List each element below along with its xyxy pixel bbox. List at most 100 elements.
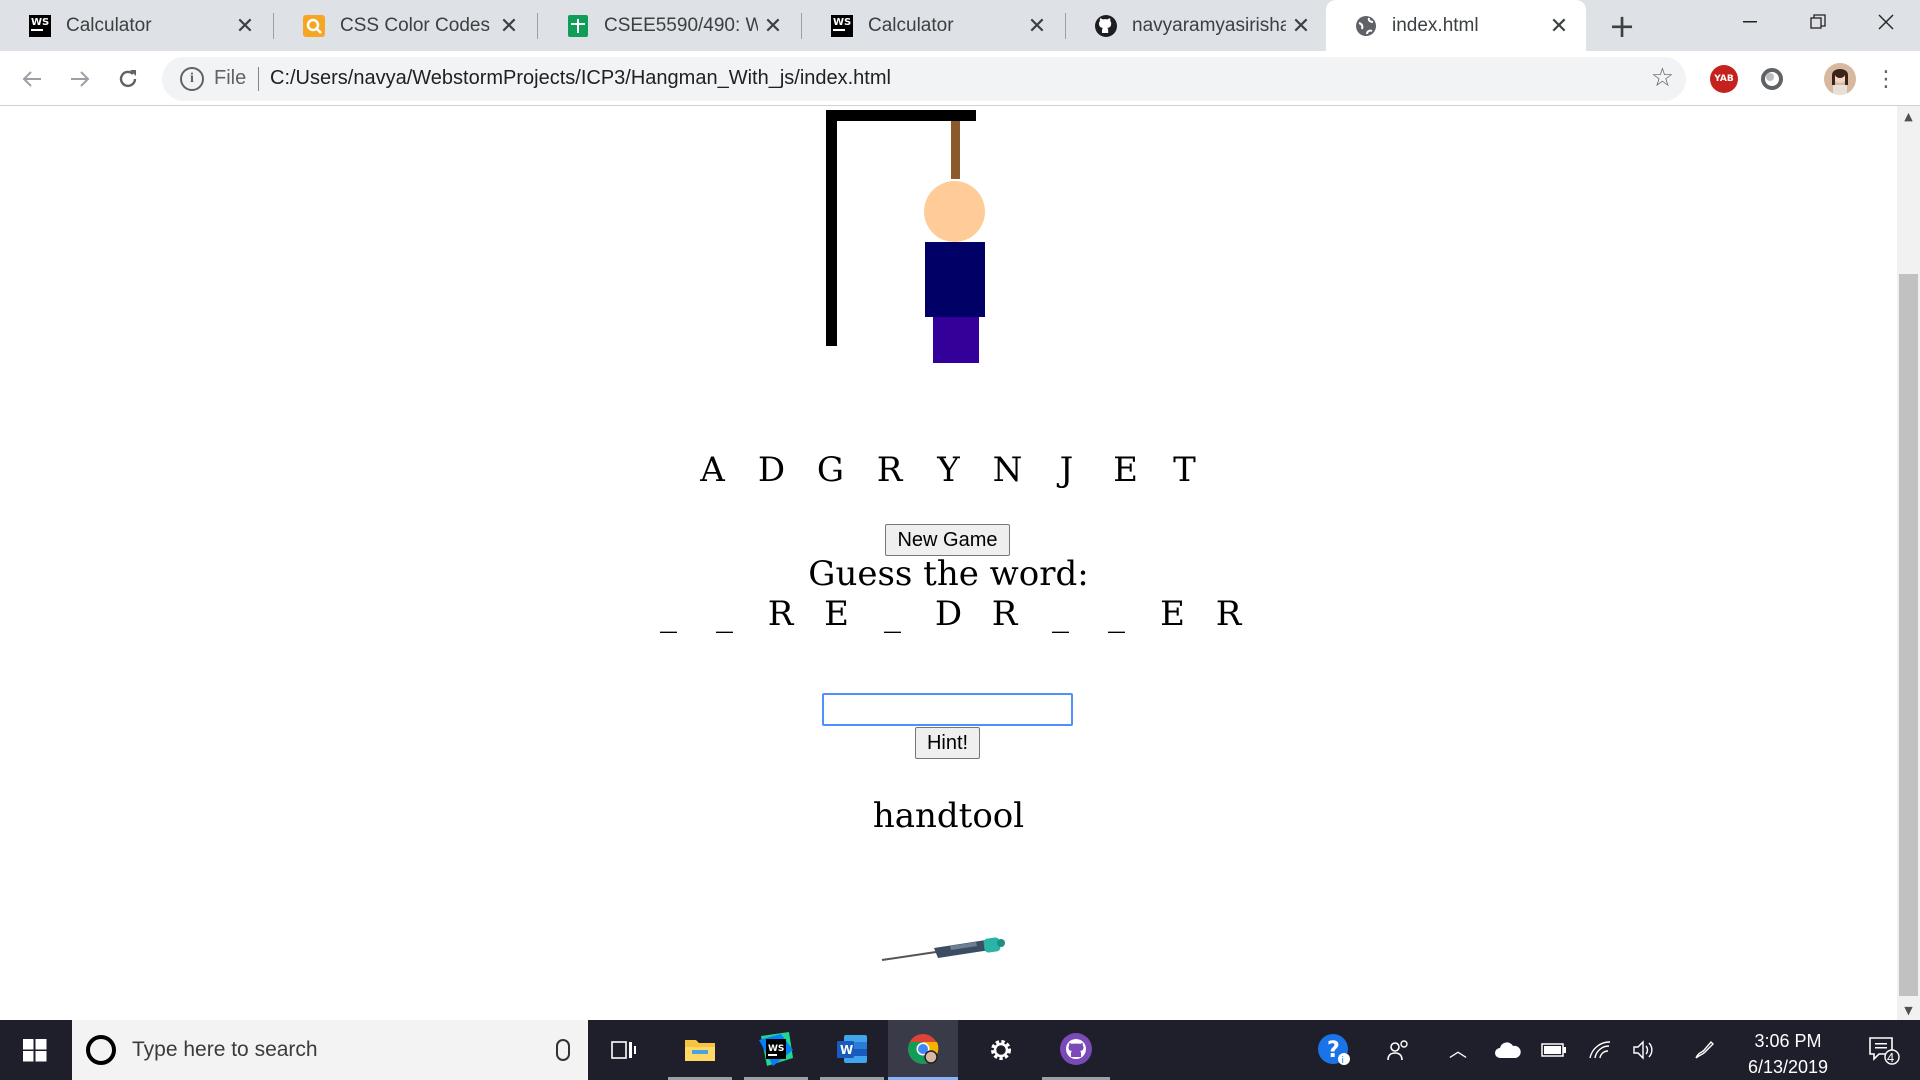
address-divider [258,67,259,91]
chevron-up-icon[interactable]: ︿ [1440,1020,1476,1080]
clock-date: 6/13/2019 [1747,1057,1829,1077]
guessed-letter: A [700,450,725,490]
guessed-letter: T [1173,450,1196,490]
file-explorer-icon[interactable] [668,1020,732,1080]
tab-title: index.html [1392,14,1479,36]
hangman-legs [933,317,979,363]
hint-text: handtool [872,796,1025,836]
github-desktop-icon[interactable] [1042,1020,1110,1080]
guessed-letter: N [992,450,1023,490]
word-slots: _ _ R E _ D R _ _ E R [0,594,1897,634]
settings-icon[interactable] [966,1020,1036,1080]
windows-start-icon[interactable] [0,1020,70,1080]
hint-button[interactable]: Hint! [915,727,980,759]
volume-icon[interactable] [1624,1020,1664,1080]
word-slot: R [991,594,1018,634]
close-icon[interactable]: ✕ [758,11,788,41]
tab-index-html[interactable]: index.html ✕ [1326,0,1586,51]
scroll-up-icon[interactable]: ▲ [1897,106,1920,126]
screwdriver-image [878,930,1018,970]
guess-prompt: Guess the word: [808,554,1089,594]
word-slot: _ [716,594,733,634]
page-scrollbar[interactable]: ▲ ▼ [1897,106,1920,1020]
tab-csee5590[interactable]: CSEE5590/490: Web/ ✕ [538,0,800,51]
address-bar[interactable]: i File C:/Users/navya/WebstormProjects/I… [162,57,1686,101]
webstorm-icon[interactable]: WS [744,1020,808,1080]
guessed-letters: ADGRYNJET [0,450,1897,490]
url-text[interactable]: C:/Users/navya/WebstormProjects/ICP3/Han… [270,67,891,90]
reload-icon[interactable] [112,63,144,95]
guessed-letter: J [1059,450,1074,490]
github-icon [1094,14,1118,38]
guessed-letter: Y [937,450,960,490]
windows-taskbar: Type here to search WS W ? i ︿ 3:06 PM 6… [0,1020,1920,1080]
svg-text:?: ? [1327,1038,1340,1063]
guessed-letter: R [876,450,903,490]
bookmark-star-icon[interactable]: ☆ [1651,63,1674,93]
close-icon[interactable]: ✕ [1544,11,1574,41]
svg-text:WS: WS [768,1044,784,1054]
hangman-head [924,181,985,242]
close-icon[interactable]: ✕ [1022,11,1052,41]
guess-input[interactable] [822,693,1073,726]
tab-css-color-codes[interactable]: CSS Color Codes ✕ [274,0,536,51]
page-content: ADGRYNJET New Game Guess the word: _ _ R E _… [0,106,1897,1020]
new-game-button[interactable]: New Game [885,524,1010,556]
webstorm-icon: WS [830,14,854,38]
notifications-icon[interactable]: 4 [1854,1020,1914,1080]
yab-icon[interactable]: YAB [1710,65,1738,93]
help-icon[interactable]: ? i [1310,1020,1358,1080]
rope [951,121,960,179]
word-icon[interactable]: W [820,1020,884,1080]
gallows-beam [826,110,976,121]
chrome-icon[interactable] [888,1020,958,1080]
onedrive-icon[interactable] [1488,1020,1528,1080]
guessed-letter: D [757,450,786,490]
gallows-post [826,110,837,346]
search-orange-icon [302,14,326,38]
cortana-icon [86,1035,116,1065]
window-close-icon[interactable] [1852,0,1920,44]
wifi-icon[interactable] [1580,1020,1620,1080]
menu-kebab-icon[interactable]: ⋮ [1870,63,1902,95]
tab-title: CSS Color Codes [340,14,490,36]
globe-icon [1354,14,1378,38]
tab-calculator-2[interactable]: WS Calculator ✕ [802,0,1064,51]
back-arrow-icon[interactable] [16,63,48,95]
notification-count: 4 [1887,1050,1895,1065]
task-view-icon[interactable] [592,1020,656,1080]
tab-title: CSEE5590/490: Web/ [604,14,758,36]
forward-arrow-icon[interactable] [64,63,96,95]
sheets-icon [566,14,590,38]
close-icon[interactable]: ✕ [1286,11,1316,41]
pen-ink-icon[interactable] [1684,1020,1724,1080]
info-icon[interactable]: i [180,67,204,91]
microphone-icon[interactable] [556,1039,570,1061]
webstorm-icon: WS [28,14,52,38]
svg-text:i: i [1342,1056,1345,1066]
new-tab-button[interactable]: + [1604,7,1640,45]
taskbar-clock[interactable]: 3:06 PM 6/13/2019 [1728,1028,1848,1080]
tab-strip: WS Calculator ✕ CSS Color Codes ✕ CSEE55… [0,0,1920,51]
minimize-icon[interactable] [1716,0,1784,44]
taskbar-search-box[interactable]: Type here to search [72,1020,588,1080]
scroll-down-icon[interactable]: ▼ [1897,1000,1920,1020]
battery-icon[interactable] [1534,1020,1574,1080]
tab-github[interactable]: navyaramyasirisha/W ✕ [1066,0,1328,51]
tab-calculator-1[interactable]: WS Calculator ✕ [0,0,272,51]
word-slot: _ [1108,594,1125,634]
search-placeholder: Type here to search [132,1038,318,1061]
ring-icon[interactable] [1758,65,1786,93]
hangman-figure [820,106,1000,366]
tab-title: navyaramyasirisha/W [1132,14,1286,36]
restore-icon[interactable] [1784,0,1852,44]
word-slot: D [934,594,963,634]
word-slot: R [1215,594,1242,634]
word-slot: R [767,594,794,634]
close-icon[interactable]: ✕ [494,11,524,41]
clock-time: 3:06 PM [1754,1031,1822,1051]
scroll-thumb[interactable] [1899,274,1918,996]
close-icon[interactable]: ✕ [230,11,260,41]
people-icon[interactable] [1378,1020,1418,1080]
profile-avatar[interactable] [1824,63,1856,95]
